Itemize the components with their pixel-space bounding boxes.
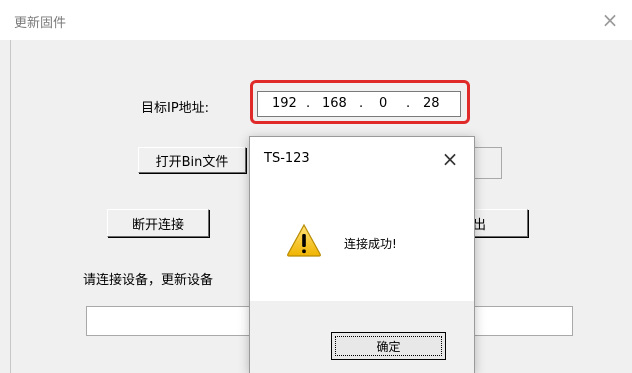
- window-close-icon[interactable]: ×: [596, 8, 624, 32]
- disconnect-button[interactable]: 断开连接: [107, 209, 209, 237]
- window-title: 更新固件: [14, 16, 67, 31]
- message-dialog: TS-123 × 连接成功! 确定: [249, 136, 475, 373]
- ip-label: 目标IP地址:: [141, 101, 210, 116]
- ok-button[interactable]: 确定: [331, 332, 446, 360]
- ip-highlight-annotation: [250, 80, 470, 124]
- open-bin-button[interactable]: 打开Bin文件: [138, 147, 246, 173]
- dialog-close-icon[interactable]: ×: [438, 147, 462, 171]
- dialog-message: 连接成功!: [344, 237, 397, 251]
- dialog-title: TS-123: [264, 151, 310, 166]
- title-bar: 更新固件 ×: [0, 0, 632, 40]
- status-text: 请连接设备，更新设备: [83, 273, 214, 288]
- warning-icon: [287, 223, 321, 257]
- window-left-border: [10, 40, 11, 373]
